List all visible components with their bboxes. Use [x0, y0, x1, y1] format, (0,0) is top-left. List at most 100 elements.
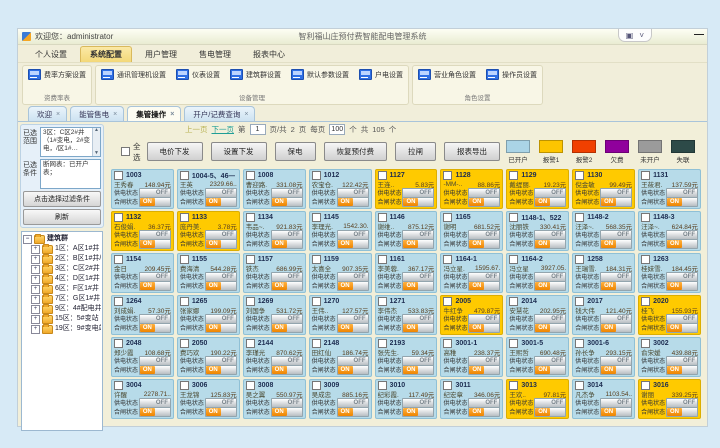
card-checkbox[interactable] — [312, 255, 321, 264]
switch-toggle[interactable]: ON — [337, 365, 369, 375]
switch-toggle[interactable]: ON — [271, 407, 303, 417]
expand-icon[interactable]: + — [31, 255, 40, 264]
switch-toggle[interactable]: ON — [139, 281, 171, 291]
menu-tab-4[interactable]: 报表中心 — [244, 47, 294, 62]
switch-toggle[interactable]: ON — [666, 407, 698, 417]
tree-item-1[interactable]: +2区：B区1#井/B区1… — [31, 254, 101, 264]
expand-icon[interactable]: + — [31, 245, 40, 254]
expand-icon[interactable]: + — [31, 315, 40, 324]
ribbon-button[interactable]: 默认参数设置 — [289, 68, 351, 81]
meter-card[interactable]: 1161李美蓉.367.17元供电状态OFF合闸状态ON — [375, 253, 438, 293]
switch-toggle[interactable]: ON — [600, 197, 632, 207]
card-checkbox[interactable] — [114, 171, 123, 180]
toolbar-button-0[interactable]: 电价下发 — [147, 142, 203, 161]
meter-card[interactable]: 3016谢丽339.25元供电状态OFF合闸状态ON — [638, 379, 701, 419]
meter-card[interactable]: 1145李理光.1542.30.供电状态OFF合闸状态ON — [309, 211, 372, 251]
switch-toggle[interactable]: ON — [600, 239, 632, 249]
menu-tab-1[interactable]: 系统配置 — [80, 46, 132, 62]
switch-toggle[interactable]: ON — [205, 323, 237, 333]
meter-card[interactable]: 1004-5、46—王英2329.66..供电状态OFF合闸状态ON — [177, 169, 240, 209]
switch-toggle[interactable]: ON — [534, 239, 566, 249]
tab-close-icon[interactable]: × — [56, 111, 60, 118]
card-checkbox[interactable] — [443, 213, 452, 222]
card-checkbox[interactable] — [312, 171, 321, 180]
switch-toggle[interactable]: ON — [271, 281, 303, 291]
switch-toggle[interactable]: ON — [205, 239, 237, 249]
card-checkbox[interactable] — [312, 381, 321, 390]
meter-card[interactable]: 1271李伟杰533.83元供电状态OFF合闸状态ON — [375, 295, 438, 335]
toolbar-button-1[interactable]: 设置下发 — [211, 142, 267, 161]
switch-toggle[interactable]: ON — [139, 365, 171, 375]
card-checkbox[interactable] — [509, 255, 518, 264]
meter-card[interactable]: 3001-1高稚238.37元供电状态OFF合闸状态ON — [440, 337, 503, 377]
window-quick-controls[interactable]: ▣ ˅ — [618, 29, 652, 42]
card-checkbox[interactable] — [180, 171, 189, 180]
card-checkbox[interactable] — [575, 213, 584, 222]
ribbon-button[interactable]: 户电设置 — [357, 68, 405, 81]
card-checkbox[interactable] — [180, 213, 189, 222]
document-tab-3[interactable]: 开户/记费查询× — [184, 106, 255, 121]
meter-card[interactable]: 3001-5王熙哲690.48元供电状态OFF合闸状态ON — [506, 337, 569, 377]
menu-tab-0[interactable]: 个人设置 — [26, 47, 76, 62]
card-checkbox[interactable] — [378, 381, 387, 390]
page-number-input[interactable]: 1 — [250, 124, 266, 135]
meter-card[interactable]: 1132石俊娟.36.37元供电状态OFF合闸状态ON — [111, 211, 174, 251]
switch-toggle[interactable]: ON — [337, 239, 369, 249]
card-checkbox[interactable] — [443, 297, 452, 306]
select-all[interactable]: 全选 — [121, 141, 141, 163]
switch-toggle[interactable]: ON — [468, 281, 500, 291]
tree-item-8[interactable]: +19区：9#变电站（2… — [31, 324, 101, 334]
next-page-link[interactable]: 下一页 — [212, 124, 235, 135]
expand-icon[interactable]: + — [31, 285, 40, 294]
chevron-down-icon[interactable]: ˅ — [639, 31, 644, 40]
card-checkbox[interactable] — [378, 297, 387, 306]
switch-toggle[interactable]: ON — [139, 197, 171, 207]
minimize-icon[interactable]: — — [694, 30, 704, 40]
card-checkbox[interactable] — [443, 255, 452, 264]
select-all-checkbox[interactable] — [121, 147, 130, 156]
ribbon-button[interactable]: 通讯管理机设置 — [99, 68, 168, 81]
switch-toggle[interactable]: ON — [205, 281, 237, 291]
meter-card[interactable]: 3004许醒2278.71..供电状态OFF合闸状态ON — [111, 379, 174, 419]
tree-item-2[interactable]: +3区：C区2#井（1#… — [31, 264, 101, 274]
meter-card[interactable]: 1269刘国争531.72元供电状态OFF合闸状态ON — [243, 295, 306, 335]
switch-toggle[interactable]: ON — [271, 197, 303, 207]
card-checkbox[interactable] — [575, 339, 584, 348]
meter-card[interactable]: 1264刘成娟.57.30元供电状态OFF合闸状态ON — [111, 295, 174, 335]
card-checkbox[interactable] — [575, 255, 584, 264]
card-checkbox[interactable] — [443, 171, 452, 180]
card-checkbox[interactable] — [180, 297, 189, 306]
meter-card[interactable]: 2005牛红争479.87元供电状态OFF合闸状态ON — [440, 295, 503, 335]
ribbon-button[interactable]: 营业角色设置 — [416, 68, 478, 81]
document-tab-1[interactable]: 能管售电× — [70, 106, 124, 121]
card-checkbox[interactable] — [641, 255, 650, 264]
switch-toggle[interactable]: ON — [468, 239, 500, 249]
card-checkbox[interactable] — [114, 381, 123, 390]
meter-card[interactable]: 1154金日209.45元供电状态OFF合闸状态ON — [111, 253, 174, 293]
expand-icon[interactable]: + — [31, 325, 40, 334]
meter-card[interactable]: 1146谢维..875.12元供电状态OFF合闸状态ON — [375, 211, 438, 251]
tab-close-icon[interactable]: × — [113, 111, 117, 118]
switch-toggle[interactable]: ON — [139, 239, 171, 249]
switch-toggle[interactable]: ON — [402, 323, 434, 333]
switch-toggle[interactable]: ON — [468, 365, 500, 375]
tree-item-6[interactable]: +9区：4#配电井（4#… — [31, 304, 101, 314]
card-checkbox[interactable] — [443, 339, 452, 348]
ribbon-button[interactable]: 费率方案设置 — [26, 68, 88, 81]
card-checkbox[interactable] — [378, 339, 387, 348]
card-checkbox[interactable] — [246, 255, 255, 264]
switch-toggle[interactable]: ON — [666, 323, 698, 333]
menu-tab-3[interactable]: 售电管理 — [190, 47, 240, 62]
switch-toggle[interactable]: ON — [534, 323, 566, 333]
meter-card[interactable]: 1128-MM-..88.86元供电状态OFF合闸状态ON — [440, 169, 503, 209]
meter-card[interactable]: 1003王秀春148.94元供电状态OFF合闸状态ON — [111, 169, 174, 209]
ribbon-button[interactable]: 操作员设置 — [484, 68, 539, 81]
meter-card[interactable]: 1165谢明681.52元供电状态OFF合闸状态ON — [440, 211, 503, 251]
meter-card[interactable]: 1148-2汪泽~.568.35元供电状态OFF合闸状态ON — [572, 211, 635, 251]
card-checkbox[interactable] — [246, 171, 255, 180]
switch-toggle[interactable]: ON — [666, 365, 698, 375]
tree-item-7[interactable]: +15区：5#变站（3#… — [31, 314, 101, 324]
meter-card[interactable]: 2050费巧欢190.22元供电状态OFF合闸状态ON — [177, 337, 240, 377]
meter-card[interactable]: 1155费海清544.28元供电状态OFF合闸状态ON — [177, 253, 240, 293]
switch-toggle[interactable]: ON — [600, 281, 632, 291]
